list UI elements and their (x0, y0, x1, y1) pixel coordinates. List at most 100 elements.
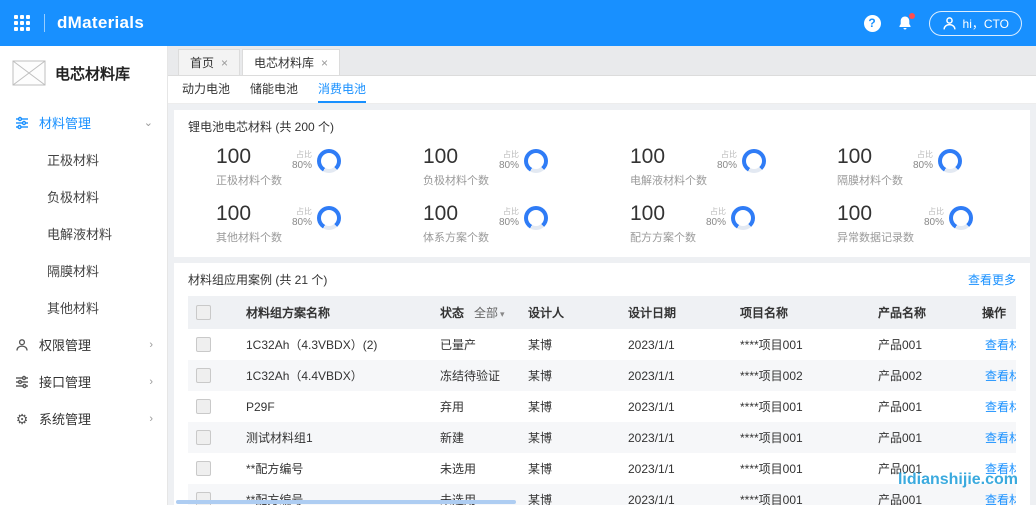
cell-project: ****项目001 (732, 453, 870, 484)
horizontal-scrollbar-thumb[interactable] (176, 500, 516, 504)
notification-bell-icon[interactable] (897, 15, 913, 31)
sidebar-item-interface-management[interactable]: 接口管理 › (0, 363, 167, 400)
table-body: 1C32Ah（4.3VBDX）(2) 已量产 某博 2023/1/1 ****项… (188, 329, 1016, 505)
stat-right: 占比 80% (292, 206, 341, 230)
row-checkbox[interactable] (196, 399, 211, 414)
view-material-link[interactable]: 查看材料明细 (985, 400, 1016, 414)
sidebar-item-label: 材料管理 (39, 113, 91, 132)
cell-status: 新建 (432, 422, 520, 453)
table-row: 1C32Ah（4.4VBDX） 冻结待验证 某博 2023/1/1 ****项目… (188, 360, 1016, 391)
stat-card: 100 电解液材料个数 占比 80% (602, 145, 809, 188)
cell-project: ****项目001 (732, 391, 870, 422)
row-checkbox[interactable] (196, 430, 211, 445)
col-header-designer: 设计人 (520, 296, 620, 329)
cell-product: 产品001 (870, 391, 972, 422)
status-filter-dropdown[interactable]: 全部▾ (474, 306, 505, 320)
col-header-actions: 操作 (972, 296, 1016, 329)
view-more-link[interactable]: 查看更多 (968, 271, 1016, 288)
donut-chart-icon (731, 206, 755, 230)
tab-close-icon[interactable]: × (221, 56, 228, 70)
stat-left: 100 异常数据记录数 (837, 202, 914, 245)
stat-ratio-label: 占比 (503, 150, 519, 160)
select-all-checkbox[interactable] (196, 305, 211, 320)
stats-grid: 100 正极材料个数 占比 80% (188, 145, 1016, 245)
sidebar-subitem[interactable]: 隔膜材料 (0, 252, 167, 289)
stat-ratio: 占比 80% (924, 207, 944, 230)
help-icon[interactable]: ? (864, 15, 881, 32)
cases-title: 材料组应用案例 (共 21 个) (188, 271, 327, 288)
library-title: 电芯材料库 (55, 63, 130, 84)
app-window: dMaterials ? hi，CTO (0, 0, 1036, 505)
cell-scheme-name: 1C32Ah（4.4VBDX） (238, 360, 432, 391)
chevron-right-icon: › (149, 339, 153, 351)
table-header-row: 材料组方案名称 状态全部▾ 设计人 设计日期 项目名称 产品名称 操作 (188, 296, 1016, 329)
cell-designer: 某博 (520, 422, 620, 453)
row-checkbox[interactable] (196, 337, 211, 352)
tab-home[interactable]: 首页 × (178, 49, 240, 75)
tab-close-icon[interactable]: × (321, 56, 328, 70)
stat-ratio: 占比 80% (913, 150, 933, 173)
apps-grid-icon[interactable] (14, 15, 30, 31)
sidebar: 电芯材料库 材料管理 ⌄ 正极材料 负极材料 电解液材料 (0, 46, 168, 505)
stat-ratio-label: 占比 (928, 207, 944, 217)
cell-actions: 查看材料(27)授权 (972, 329, 1016, 360)
view-material-link[interactable]: 查看材料明细 (985, 493, 1016, 505)
sidebar-item-material-management[interactable]: 材料管理 ⌄ (0, 104, 167, 141)
cell-product: 产品002 (870, 360, 972, 391)
sidebar-subitem[interactable]: 电解液材料 (0, 215, 167, 252)
stat-percent: 80% (499, 217, 519, 230)
donut-chart-icon (938, 149, 962, 173)
sidebar-item-system-management[interactable]: ⚙ 系统管理 › (0, 400, 167, 437)
cell-actions: 查看材料明细授权 (972, 422, 1016, 453)
gear-icon: ⚙ (14, 412, 30, 426)
cell-project: ****项目001 (732, 422, 870, 453)
stat-percent: 80% (292, 160, 312, 173)
header-divider (44, 14, 45, 32)
stat-card: 100 正极材料个数 占比 80% (188, 145, 395, 188)
stat-percent: 80% (499, 160, 519, 173)
stats-title: 锂电池电芯材料 (共 200 个) (188, 118, 1016, 135)
stat-card: 100 配方方案个数 占比 80% (602, 202, 809, 245)
col-header-scheme-name: 材料组方案名称 (238, 296, 432, 329)
sidebar-subitem[interactable]: 其他材料 (0, 289, 167, 326)
stat-ratio: 占比 80% (499, 150, 519, 173)
chevron-down-icon: ⌄ (144, 116, 153, 129)
subtab-consumer-battery[interactable]: 消费电池 (318, 76, 366, 103)
view-material-link[interactable]: 查看材料明细 (985, 369, 1016, 383)
stat-ratio-label: 占比 (503, 207, 519, 217)
cell-product: 产品001 (870, 422, 972, 453)
subtab-storage-battery[interactable]: 储能电池 (250, 76, 298, 103)
cell-designer: 某博 (520, 484, 620, 505)
donut-chart-icon (317, 206, 341, 230)
view-material-link[interactable]: 查看材料(27) (985, 338, 1016, 352)
stat-ratio: 占比 80% (499, 207, 519, 230)
cell-status: 冻结待验证 (432, 360, 520, 391)
row-checkbox[interactable] (196, 461, 211, 476)
stat-card: 100 异常数据记录数 占比 80% (809, 202, 1016, 245)
user-menu[interactable]: hi，CTO (929, 11, 1022, 36)
cell-date: 2023/1/1 (620, 453, 732, 484)
stat-right: 占比 80% (499, 206, 548, 230)
stat-right: 占比 80% (913, 149, 962, 173)
header-actions: ? hi，CTO (864, 11, 1022, 36)
sidebar-item-permission-management[interactable]: 权限管理 › (0, 326, 167, 363)
donut-chart-icon (317, 149, 341, 173)
view-material-link[interactable]: 查看材料明细 (985, 431, 1016, 445)
open-tabs-bar: 首页 × 电芯材料库 × (168, 46, 1036, 76)
stat-ratio-label: 占比 (917, 150, 933, 160)
stat-percent: 80% (924, 217, 944, 230)
stat-ratio: 占比 80% (292, 207, 312, 230)
sidebar-subitem[interactable]: 正极材料 (0, 141, 167, 178)
stat-label: 正极材料个数 (216, 172, 282, 188)
sidebar-subitem[interactable]: 负极材料 (0, 178, 167, 215)
stat-value: 100 (630, 145, 707, 169)
tab-material-library[interactable]: 电芯材料库 × (242, 49, 340, 75)
cell-date: 2023/1/1 (620, 360, 732, 391)
sidebar-nav: 材料管理 ⌄ 正极材料 负极材料 电解液材料 隔膜材料 其他材料 (0, 104, 167, 437)
stat-ratio-label: 占比 (710, 207, 726, 217)
subtab-power-battery[interactable]: 动力电池 (182, 76, 230, 103)
row-checkbox[interactable] (196, 368, 211, 383)
stat-left: 100 正极材料个数 (216, 145, 282, 188)
cell-scheme-name: 测试材料组1 (238, 422, 432, 453)
stat-card: 100 其他材料个数 占比 80% (188, 202, 395, 245)
